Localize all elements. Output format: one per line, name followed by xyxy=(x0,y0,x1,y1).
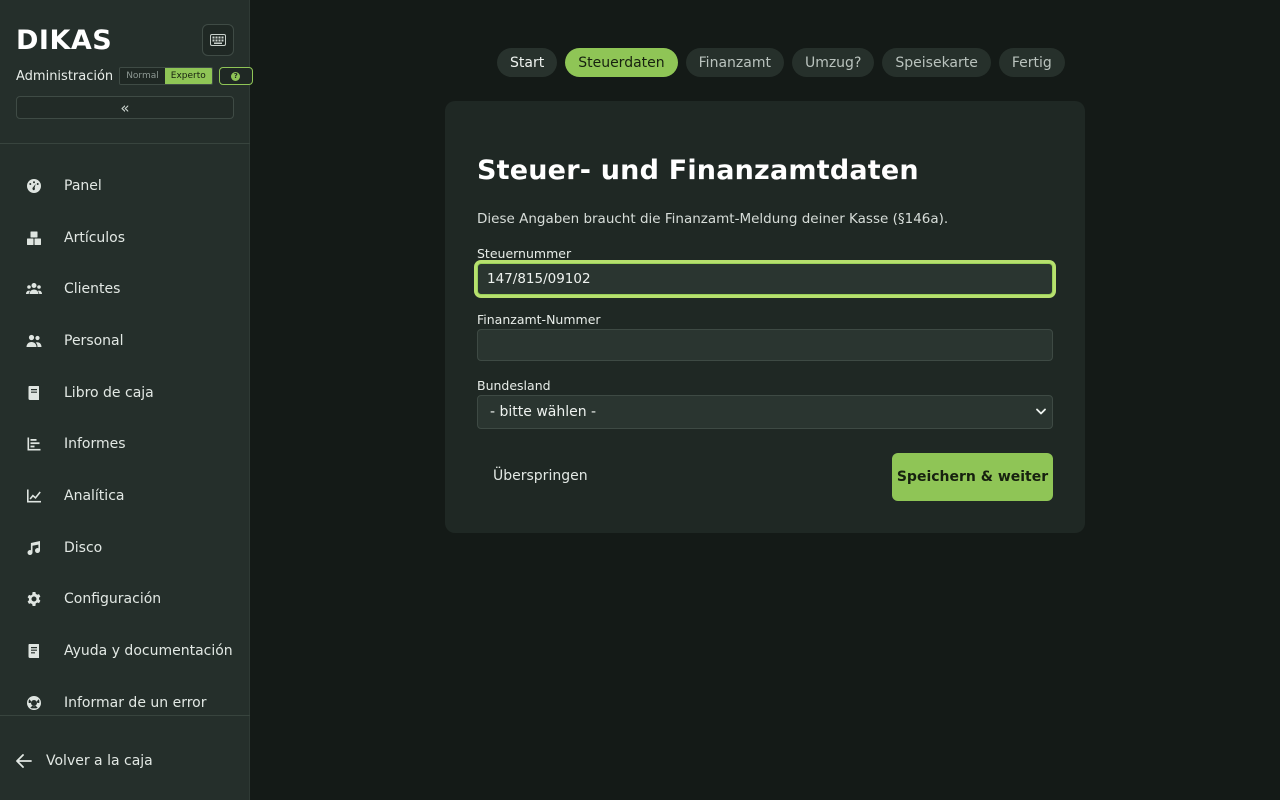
sidebar-nav: Panel Artículos Clientes Personal Libro … xyxy=(0,160,250,729)
sidebar-item-label: Analítica xyxy=(64,487,125,504)
sidebar-item-label: Panel xyxy=(64,177,102,194)
dashboard-icon xyxy=(25,177,43,195)
sidebar-item-label: Artículos xyxy=(64,229,126,246)
sidebar-item-label: Disco xyxy=(64,539,103,556)
chevron-down-icon xyxy=(1036,408,1046,415)
book-icon xyxy=(25,384,43,402)
step-steuerdaten[interactable]: Steuerdaten xyxy=(565,48,678,77)
lifebuoy-icon xyxy=(25,694,43,712)
keyboard-button[interactable] xyxy=(202,24,234,56)
sidebar-item-panel[interactable]: Panel xyxy=(0,160,250,212)
sidebar-item-label: Configuración xyxy=(64,591,162,608)
state-select-value: - bitte wählen - xyxy=(490,404,597,420)
sidebar-item-label: Libro de caja xyxy=(64,384,154,401)
sidebar-divider xyxy=(0,143,250,144)
sidebar-item-label: Clientes xyxy=(64,281,121,298)
help-button[interactable]: ? xyxy=(218,67,253,85)
brand-row: DIKAS xyxy=(16,24,234,58)
sidebar-item-informar-error[interactable]: Informar de un error xyxy=(0,677,250,729)
mode-option-expert[interactable]: Experto xyxy=(164,68,212,84)
sidebar-item-informes[interactable]: Informes xyxy=(0,418,250,470)
sidebar-item-clientes[interactable]: Clientes xyxy=(0,263,250,315)
boxes-icon xyxy=(25,229,43,247)
sidebar-item-ayuda[interactable]: Ayuda y documentación xyxy=(0,625,250,677)
sidebar-item-label: Ayuda y documentación xyxy=(64,643,233,660)
mode-toggle: Normal Experto xyxy=(119,67,213,85)
music-note-icon xyxy=(25,539,43,557)
mode-row: Administración Normal Experto ? xyxy=(16,66,253,86)
sidebar: DIKAS Administración Normal Experto ? « … xyxy=(0,0,253,800)
tax-number-label: Steuernummer xyxy=(477,246,572,261)
sidebar-item-personal[interactable]: Personal xyxy=(0,315,250,367)
office-number-label: Finanzamt-Nummer xyxy=(477,312,601,327)
users-icon xyxy=(25,280,43,298)
sidebar-item-disco[interactable]: Disco xyxy=(0,522,250,574)
staff-icon xyxy=(25,332,43,350)
sidebar-item-articulos[interactable]: Artículos xyxy=(0,212,250,264)
gear-icon xyxy=(25,590,43,608)
question-icon: ? xyxy=(231,71,241,81)
back-to-register-link[interactable]: Volver a la caja xyxy=(16,750,153,772)
step-speisekarte[interactable]: Speisekarte xyxy=(882,48,991,77)
mode-option-normal[interactable]: Normal xyxy=(120,68,165,84)
step-umzug[interactable]: Umzug? xyxy=(791,48,875,77)
tax-data-card: Steuer- und Finanzamtdaten Diese Angaben… xyxy=(445,101,1085,533)
sidebar-item-label: Informar de un error xyxy=(64,694,207,711)
step-fertig[interactable]: Fertig xyxy=(998,48,1065,77)
report-icon xyxy=(25,435,43,453)
state-select[interactable]: - bitte wählen - xyxy=(477,395,1053,429)
help-book-icon xyxy=(25,642,43,660)
sidebar-item-libro-de-caja[interactable]: Libro de caja xyxy=(0,367,250,419)
sidebar-divider xyxy=(0,715,250,716)
double-chevron-left-icon: « xyxy=(120,98,130,117)
logo: DIKAS xyxy=(16,25,113,56)
office-number-input[interactable] xyxy=(477,329,1053,361)
sidebar-item-analitica[interactable]: Analítica xyxy=(0,470,250,522)
step-finanzamt[interactable]: Finanzamt xyxy=(685,48,784,77)
sidebar-item-label: Informes xyxy=(64,436,126,453)
wizard-steps: Start Steuerdaten Finanzamt Umzug? Speis… xyxy=(497,48,1065,77)
save-continue-button[interactable]: Speichern & weiter xyxy=(892,453,1053,501)
skip-button[interactable]: Überspringen xyxy=(493,468,588,484)
sidebar-item-configuracion[interactable]: Configuración xyxy=(0,574,250,626)
sidebar-item-label: Personal xyxy=(64,332,124,349)
page-title: Steuer- und Finanzamtdaten xyxy=(477,155,919,186)
step-start[interactable]: Start xyxy=(497,48,558,77)
arrow-left-icon xyxy=(16,754,32,768)
chart-line-icon xyxy=(25,487,43,505)
collapse-sidebar-button[interactable]: « xyxy=(16,96,234,119)
tax-number-input[interactable] xyxy=(477,263,1053,295)
state-label: Bundesland xyxy=(477,378,551,393)
form-description: Diese Angaben braucht die Finanzamt-Meld… xyxy=(477,211,949,227)
mode-label: Administración xyxy=(16,68,114,84)
keyboard-icon xyxy=(210,34,226,46)
back-label: Volver a la caja xyxy=(46,753,153,769)
